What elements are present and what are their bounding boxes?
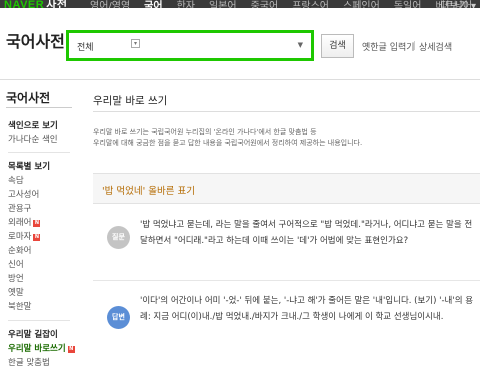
main-content: 우리말 바로 쓰기 우리말 바로 쓰기는 국립국어원 누리집의 '온라인 가나다… bbox=[78, 80, 480, 364]
sidebar-section-index[interactable]: 색인으로 보기 bbox=[8, 119, 58, 131]
tab-2[interactable]: 한자 bbox=[177, 1, 195, 8]
sidebar: 국어사전 색인으로 보기 가나다순 색인 목록별 보기 속담고사성어관용구외래어… bbox=[0, 80, 76, 368]
answer-icon: 답변 bbox=[107, 306, 130, 329]
new-badge-icon: N bbox=[33, 220, 41, 227]
question-icon: 질문 bbox=[107, 226, 130, 249]
description-line: 우리말에 대해 궁금한 점을 묻고 답한 내용을 국립국어원에서 정리하여 제공… bbox=[93, 139, 363, 147]
page-title[interactable]: 국어사전 bbox=[6, 28, 65, 52]
sidebar-item-spelling[interactable]: 한글 맞춤법 bbox=[8, 356, 50, 368]
chevron-down-icon[interactable]: ▾ bbox=[131, 39, 140, 48]
sidebar-separator bbox=[8, 152, 70, 153]
new-badge-icon: N bbox=[33, 234, 41, 241]
sidebar-section-guide[interactable]: 우리말 길잡이 bbox=[8, 328, 58, 340]
top-nav-bar: NAVER 사전 영어/영영 국어 한자 일본어 중국어 프랑스어 스페인어 독일어 베트남어 더… bbox=[0, 0, 480, 8]
dictionary-tabs: 영어/영영 국어 한자 일본어 중국어 프랑스어 스페인어 독일어 베트남어 bbox=[90, 0, 480, 8]
sidebar-section-lists[interactable]: 목록별 보기 bbox=[8, 160, 50, 172]
advanced-search-link[interactable]: 상세검색 bbox=[419, 40, 452, 53]
sidebar-divider bbox=[6, 107, 72, 108]
sidebar-item-label: 북한말 bbox=[8, 302, 32, 312]
sidebar-item-label: 방언 bbox=[8, 274, 24, 284]
question-title: '밥 먹었네' 올바른 표기 bbox=[102, 186, 195, 197]
search-box[interactable]: 전체 ▾ ▼ bbox=[66, 30, 314, 61]
autocomplete-toggle-icon[interactable]: ▼ bbox=[298, 41, 303, 49]
sidebar-item-label: 옛말 bbox=[8, 288, 24, 298]
logo-dictionary-label: 사전 bbox=[46, 0, 68, 8]
sidebar-item-label: 신어 bbox=[8, 260, 24, 270]
sidebar-item-label: 순화어 bbox=[8, 246, 32, 256]
naver-logo[interactable]: NAVER 사전 bbox=[4, 0, 67, 8]
tab-0[interactable]: 영어/영영 bbox=[90, 1, 130, 8]
sidebar-list-item[interactable]: 순화어 bbox=[8, 244, 31, 256]
sidebar-list-item[interactable]: 옛말 bbox=[8, 286, 24, 298]
link-divider bbox=[414, 41, 415, 50]
sidebar-list-item[interactable]: 관용구 bbox=[8, 202, 31, 214]
qa-divider bbox=[93, 280, 480, 281]
sidebar-item-alphabetical-index[interactable]: 가나다순 색인 bbox=[8, 133, 58, 145]
description-line: 우리말 바로 쓰기는 국립국어원 누리집의 '온라인 가나다'에서 한글 맞춤법… bbox=[93, 128, 317, 136]
question-text: '밥 먹었냐고 묻는데, 라는 말을 줄여서 구어적으로 "밥 먹었데."라거나… bbox=[140, 220, 473, 246]
tab-7[interactable]: 독일어 bbox=[394, 1, 422, 8]
tab-1[interactable]: 국어 bbox=[144, 1, 162, 8]
tab-6[interactable]: 스페인어 bbox=[343, 1, 380, 8]
sidebar-item-label: 고사성어 bbox=[8, 190, 40, 200]
search-button[interactable]: 검색 bbox=[321, 34, 354, 58]
answer-text: '이다'의 어간이나 어미 '-었-' 뒤에 붙는, '-냐고 해'가 줄어든 … bbox=[140, 296, 474, 322]
sidebar-item-label: 속담 bbox=[8, 176, 24, 186]
new-badge-icon: N bbox=[67, 346, 75, 353]
tab-4[interactable]: 중국어 bbox=[251, 1, 279, 8]
section-heading: 우리말 바로 쓰기 bbox=[93, 95, 168, 107]
section-description: 우리말 바로 쓰기는 국립국어원 누리집의 '온라인 가나다'에서 한글 맞춤법… bbox=[93, 127, 478, 149]
sidebar-list-item[interactable]: 속담 bbox=[8, 174, 24, 186]
sidebar-item-label: 외래어 bbox=[8, 218, 32, 228]
heading-divider bbox=[93, 111, 480, 112]
sidebar-list-item[interactable]: 방언 bbox=[8, 272, 24, 284]
sidebar-list-item[interactable]: 외래어 N bbox=[8, 216, 41, 228]
sidebar-list-item[interactable]: 로마자 N bbox=[8, 230, 41, 242]
question-title-bar: '밥 먹었네' 올바른 표기 bbox=[93, 173, 480, 204]
sidebar-list-item[interactable]: 고사성어 bbox=[8, 188, 39, 200]
sidebar-separator bbox=[8, 320, 70, 321]
sidebar-item-label: 우리말 바로쓰기 bbox=[8, 344, 66, 354]
more-menu[interactable]: 더보기 ▾ bbox=[440, 0, 476, 8]
sidebar-list-item[interactable]: 신어 bbox=[8, 258, 24, 270]
search-scope-select[interactable]: 전체 bbox=[77, 40, 94, 53]
sidebar-item-label: 로마자 bbox=[8, 232, 32, 242]
sidebar-item-label: 관용구 bbox=[8, 204, 32, 214]
tab-3[interactable]: 일본어 bbox=[209, 1, 237, 8]
old-hangul-keyboard-link[interactable]: 옛한글 입력기 bbox=[362, 40, 415, 53]
sidebar-list-item[interactable]: 북한말 bbox=[8, 300, 31, 312]
tab-5[interactable]: 프랑스어 bbox=[292, 1, 329, 8]
sidebar-item-correct-usage[interactable]: 우리말 바로쓰기 N bbox=[8, 342, 75, 354]
sidebar-title[interactable]: 국어사전 bbox=[6, 89, 50, 106]
